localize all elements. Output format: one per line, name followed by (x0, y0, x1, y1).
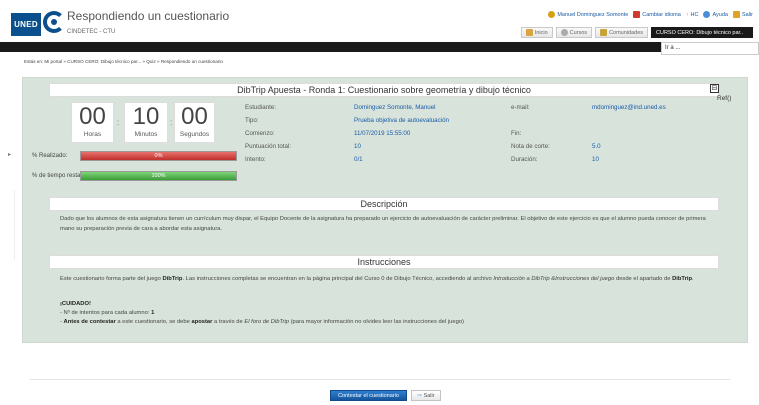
page-subtitle: CINDETEC - CTU (67, 29, 116, 35)
quiz-title: DibTrip Apuesta - Ronda 1: Cuestionario … (49, 83, 719, 97)
comienzo-label: Comienzo: (245, 130, 275, 137)
communities-icon (600, 29, 608, 36)
language-link[interactable]: Cambiar idioma (633, 11, 681, 18)
tiempo-progress-bar: 100% (80, 171, 237, 181)
language-flag-icon (633, 11, 641, 18)
goto-select[interactable]: Ir a ... (661, 42, 759, 55)
text-span: a través de (212, 319, 245, 325)
nota-label: Nota de corte: (511, 143, 550, 150)
breadcrumb: Estás en: Mi portal » CURSO CERO: Dibujo… (24, 59, 223, 64)
home-icon (525, 29, 533, 36)
tab-cursos[interactable]: Cursos (555, 27, 593, 38)
puntuacion-value: 10 (354, 143, 361, 150)
minutes-value: 10 (132, 103, 160, 130)
text-italic: Introducción a DibTrip &Instrucciones de… (493, 276, 615, 282)
top-links: Manuel Dominguez Somonte Cambiar idioma … (548, 11, 753, 18)
exit-icon (732, 11, 740, 18)
salir-button[interactable]: ⇨ Salir (411, 390, 441, 401)
page-title: Respondiendo un cuestionario (67, 9, 230, 23)
timer-hours: 00 Horas (71, 102, 114, 143)
text-span: . Las instrucciones completas se encuent… (182, 276, 494, 282)
text-span: desde el apartado de (614, 276, 673, 282)
instrucciones-paragraph: Este cuestionario forma parte del juego … (60, 274, 708, 284)
nota-value: 5.0 (592, 143, 601, 150)
courses-icon (560, 29, 568, 36)
duracion-label: Duración: (511, 156, 538, 163)
text-span: Este cuestionario forma parte del juego (60, 276, 163, 282)
realizado-label: % Realizado: (32, 153, 68, 159)
timer-separator: : (117, 118, 120, 127)
text-span: - Nº de intentos para cada alumno: (60, 310, 152, 316)
uned-logo: UNED (11, 13, 41, 36)
salir-label: Salir (423, 393, 435, 399)
foro-link[interactable]: El foro de DibTrip (244, 319, 289, 325)
divider (14, 190, 15, 260)
help-icon (703, 11, 711, 18)
nav-bar (0, 42, 759, 52)
user-link[interactable]: Manuel Dominguez Somonte (548, 11, 628, 18)
tipo-label: Tipo: (245, 117, 259, 124)
puntuacion-label: Puntuación total: (245, 143, 292, 150)
timer-seconds: 00 Segundos (174, 102, 215, 143)
email-value: mdominguez@ind.uned.es (592, 104, 666, 111)
text-bold: DibTrip (672, 276, 693, 282)
seconds-value: 00 (181, 103, 208, 130)
descripcion-heading: Descripción (49, 197, 719, 211)
text-span: a este cuestionario, se debe (115, 319, 192, 325)
text-bold: 1 (151, 310, 155, 316)
comienzo-value: 11/07/2019 15:55:00 (354, 130, 411, 137)
instrucciones-heading: Instrucciones (49, 255, 719, 269)
exit-arrow-icon: ⇨ (417, 393, 423, 399)
app-header: UNED Respondiendo un cuestionario CINDET… (0, 0, 759, 42)
ref-link[interactable]: Ref() (717, 95, 731, 102)
hours-value: 00 (79, 103, 106, 130)
nav-tabs: Inicio Cursos Comunidades CURSO CERO: Di… (520, 27, 753, 38)
intento-label: Intento: (245, 156, 266, 163)
text-bold: DibTrip (162, 276, 183, 282)
estudiante-label: Estudiante: (245, 104, 276, 111)
tab-comunidades[interactable]: Comunidades (595, 27, 648, 38)
timer-separator: : (170, 118, 173, 127)
estudiante-value: Dominguez Somonte, Manuel (354, 104, 436, 111)
duracion-value: 10 (592, 156, 599, 163)
minutes-label: Minutos (134, 131, 158, 138)
timer-minutes: 10 Minutos (124, 102, 168, 143)
intento-value: 0/1 (354, 156, 363, 163)
text-bold: apostar (191, 319, 213, 325)
divider (30, 379, 730, 380)
collapse-icon[interactable]: ⊟ (710, 84, 719, 93)
text-span: (para mayor información no olvides leer … (289, 319, 464, 325)
rule-item-apostar: - Antes de contestar a este cuestionario… (60, 317, 708, 327)
seconds-label: Segundos (179, 131, 210, 138)
logo-dot-icon (51, 19, 57, 25)
exit-link[interactable]: Salir (732, 11, 753, 18)
hc-icon: ↑ (685, 11, 689, 18)
sidebar-toggle-icon[interactable]: ▸ (8, 151, 11, 158)
tipo-value: Prueba objetiva de autoevaluación (354, 117, 449, 124)
help-link[interactable]: Ayuda (703, 11, 728, 18)
hc-link[interactable]: ↑ HC (686, 12, 699, 18)
descripcion-text: Dado que los alumnos de esta asignatura … (60, 216, 706, 232)
hours-label: Horas (83, 131, 102, 138)
user-icon (548, 11, 556, 18)
email-label: e-mail: (511, 104, 530, 111)
tab-inicio[interactable]: Inicio (520, 27, 553, 38)
text-span: . (692, 276, 694, 282)
fin-label: Fin: (511, 130, 522, 137)
realizado-progress-bar: 0% (80, 151, 237, 161)
text-bold: Antes de contestar (63, 319, 116, 325)
tab-curso-cero[interactable]: CURSO CERO: Dibujo técnico par.. (651, 27, 753, 38)
contestar-button[interactable]: Contestar el cuestionario (330, 390, 407, 401)
